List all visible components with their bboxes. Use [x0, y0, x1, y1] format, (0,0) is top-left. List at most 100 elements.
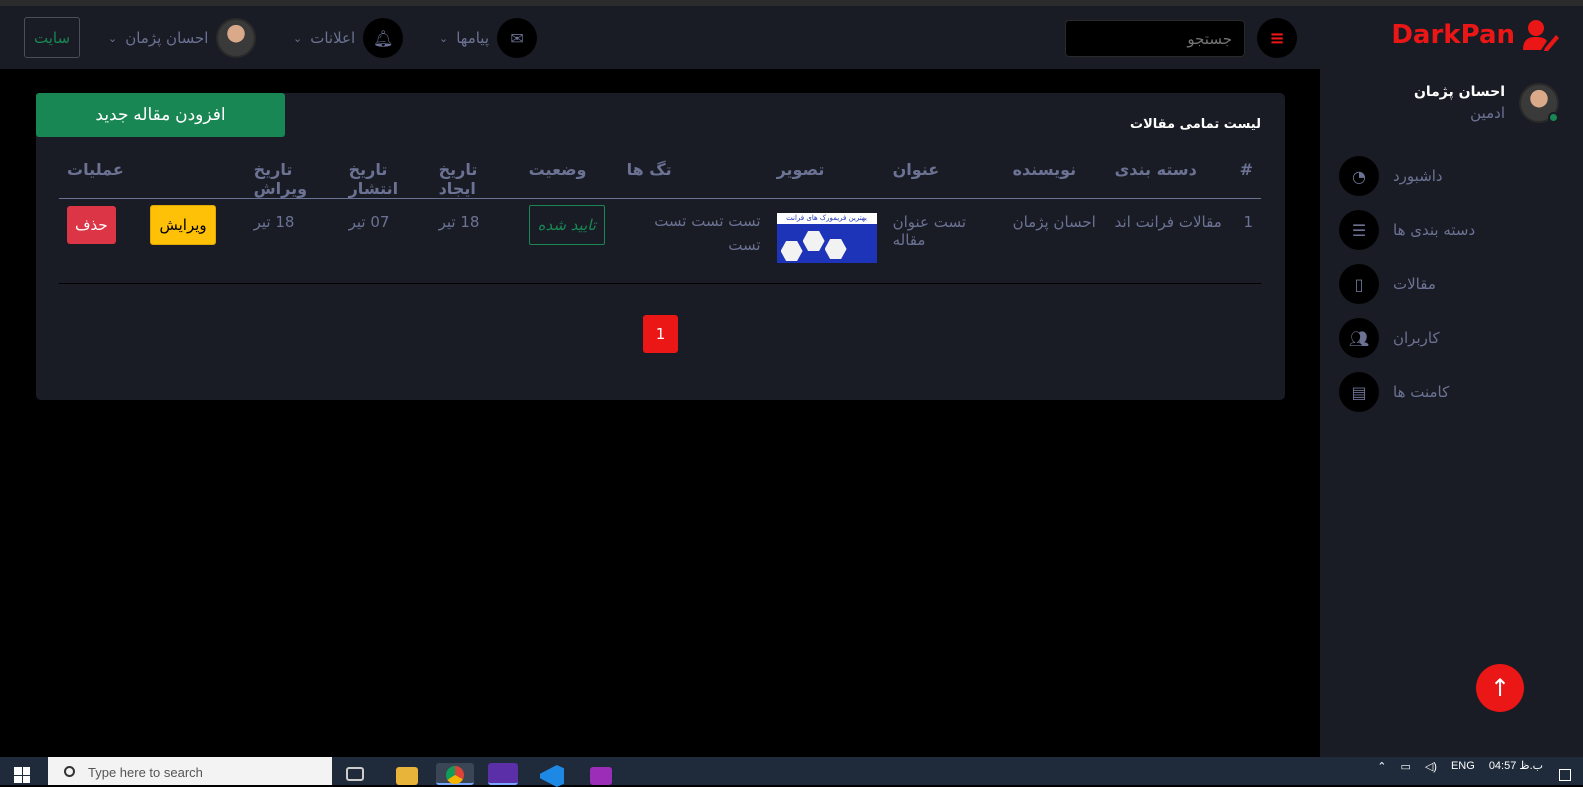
system-tray: ⌃ ▭ ◁) ENG 04:57 ب.ظ: [1377, 760, 1543, 773]
sidebar-item-label: کاربران: [1393, 329, 1440, 347]
add-article-button[interactable]: افزودن مقاله جدید: [36, 93, 285, 137]
sidebar-item-articles[interactable]: ▯ مقالات: [1339, 264, 1559, 304]
mobile-icon: ▯: [1339, 264, 1379, 304]
col-header: وضعیت: [520, 160, 619, 199]
sidebar-toggle-button[interactable]: ≡: [1257, 18, 1297, 58]
cell-edited: 18 تیر: [245, 198, 341, 284]
hexagon-shape: [824, 239, 847, 259]
articles-card: افزودن مقاله جدید لیست تمامی مقالات # دس…: [36, 93, 1285, 400]
sidebar-item-label: داشبورد: [1393, 167, 1443, 185]
brand-name: DarkPan: [1391, 20, 1515, 50]
col-header: تاریخ ویراش: [245, 160, 341, 199]
sidebar-item-label: دسته بندی ها: [1393, 221, 1476, 239]
col-header: تاریخ انتشار: [340, 160, 431, 199]
back-to-top-button[interactable]: ↑: [1476, 664, 1524, 712]
top-navbar: سایت احسان پژمان ⌄ 🔔︎ اعلانات ⌄ ✉ پیامها…: [0, 6, 1320, 69]
sidebar: DarkPan احسان پژمان ادمین ◔ داشبورد ☰ دس…: [1320, 6, 1583, 763]
file-explorer-icon[interactable]: [396, 767, 418, 785]
sidebar-item-label: کامنت ها: [1393, 383, 1450, 401]
search-input[interactable]: [1065, 20, 1245, 57]
notification-center-icon[interactable]: [1559, 769, 1571, 781]
cell-image: بهترین فریمورک های فرانت: [768, 198, 885, 284]
cell-published: 07 تیر: [340, 198, 431, 284]
chevron-down-icon: ⌄: [439, 31, 449, 45]
os-taskbar: Type here to search ⌃ ▭ ◁) ENG 04:57 ب.ظ: [0, 757, 1583, 787]
volume-icon[interactable]: ◁): [1425, 760, 1437, 773]
cell-actions: ویرایش حذف: [59, 198, 246, 284]
avatar: [1519, 83, 1559, 123]
taskbar-search[interactable]: Type here to search: [48, 757, 332, 785]
windows-start-icon[interactable]: [14, 767, 30, 783]
delete-button[interactable]: حذف: [67, 206, 116, 244]
network-icon[interactable]: ▭: [1400, 760, 1410, 773]
messages-label: پیامها: [456, 29, 490, 47]
brand-logo[interactable]: DarkPan: [1391, 19, 1559, 51]
dashboard-icon: ◔: [1339, 156, 1379, 196]
user-name: احسان پژمان: [125, 29, 209, 47]
task-view-icon[interactable]: [346, 767, 364, 781]
col-header: عملیات: [59, 160, 246, 199]
users-icon: 👥︎: [1339, 318, 1379, 358]
visual-studio-icon[interactable]: [488, 763, 518, 785]
chrome-icon[interactable]: [436, 763, 474, 785]
user-edit-icon: [1523, 20, 1559, 51]
messages-menu[interactable]: ✉ پیامها ⌄: [439, 18, 538, 58]
cell-status: تایید شده: [520, 198, 619, 284]
sidebar-item-comments[interactable]: ▤ کامنت ها: [1339, 372, 1559, 412]
hexagon-shape: [802, 231, 825, 251]
sidebar-item-label: مقالات: [1393, 275, 1436, 293]
cell-title: تست عنوان مقاله: [884, 198, 1005, 284]
article-thumbnail: بهترین فریمورک های فرانت: [776, 213, 877, 263]
sidebar-item-categories[interactable]: ☰ دسته بندی ها: [1339, 210, 1559, 250]
sidebar-profile: احسان پژمان ادمین: [1414, 83, 1559, 123]
language-indicator[interactable]: ENG: [1451, 760, 1475, 772]
table-header-row: # دسته بندی نویسنده عنوان تصویر تگ ها وض…: [59, 160, 1261, 199]
bell-icon: 🔔︎: [363, 18, 404, 58]
col-header: عنوان: [884, 160, 1005, 199]
cell-author: احسان پژمان: [1004, 198, 1107, 284]
col-header: #: [1231, 160, 1261, 199]
sidebar-item-dashboard[interactable]: ◔ داشبورد: [1339, 156, 1559, 196]
hexagon-shape: [780, 241, 803, 261]
menu-icon: ≡: [1269, 27, 1285, 49]
cell-num: 1: [1231, 198, 1261, 284]
site-button[interactable]: سایت: [24, 17, 80, 58]
chevron-down-icon: ⌄: [293, 31, 303, 45]
cell-created: 18 تیر: [430, 198, 521, 284]
col-header: تاریخ ایجاد: [430, 160, 521, 199]
clock-time: 04:57 ب.ظ: [1488, 760, 1543, 772]
profile-name: احسان پژمان: [1413, 84, 1505, 100]
edit-button[interactable]: ویرایش: [150, 205, 216, 245]
taskbar-search-placeholder: Type here to search: [88, 765, 203, 780]
articles-table: # دسته بندی نویسنده عنوان تصویر تگ ها وض…: [59, 160, 1261, 284]
tray-chevron-up-icon[interactable]: ⌃: [1377, 760, 1386, 773]
vscode-icon[interactable]: [540, 765, 564, 787]
profile-role: ادمین: [1470, 104, 1505, 122]
table-row: 1 مقالات فرانت اند احسان پژمان تست عنوان…: [59, 198, 1261, 284]
user-menu[interactable]: احسان پژمان ⌄: [108, 18, 257, 58]
col-header: دسته بندی: [1106, 160, 1232, 199]
col-header: تصویر: [768, 160, 885, 199]
avatar: [216, 18, 257, 58]
cell-tags: تست تست تست تست: [618, 198, 769, 284]
notifications-label: اعلانات: [310, 29, 356, 47]
thumbnail-caption: بهترین فریمورک های فرانت: [776, 213, 877, 224]
envelope-icon: ✉: [497, 18, 538, 58]
search-icon: [64, 766, 75, 777]
clock[interactable]: 04:57 ب.ظ: [1489, 760, 1543, 773]
status-badge: تایید شده: [528, 205, 605, 245]
phpstorm-icon[interactable]: [590, 767, 612, 785]
cell-category: مقالات فرانت اند: [1106, 198, 1232, 284]
chevron-down-icon: ⌄: [108, 31, 118, 45]
pagination-page-button[interactable]: 1: [643, 315, 678, 353]
arrow-up-icon: ↑: [1489, 674, 1511, 702]
col-header: تگ ها: [618, 160, 769, 199]
col-header: نویسنده: [1004, 160, 1107, 199]
comment-icon: ▤: [1339, 372, 1379, 412]
list-icon: ☰: [1339, 210, 1379, 250]
sidebar-item-users[interactable]: 👥︎ کاربران: [1339, 318, 1559, 358]
online-status-dot: [1548, 112, 1559, 123]
notifications-menu[interactable]: 🔔︎ اعلانات ⌄: [293, 18, 404, 58]
sidebar-nav: ◔ داشبورد ☰ دسته بندی ها ▯ مقالات 👥︎ کار…: [1339, 156, 1559, 426]
card-title: لیست تمامی مقالات: [1130, 117, 1261, 132]
